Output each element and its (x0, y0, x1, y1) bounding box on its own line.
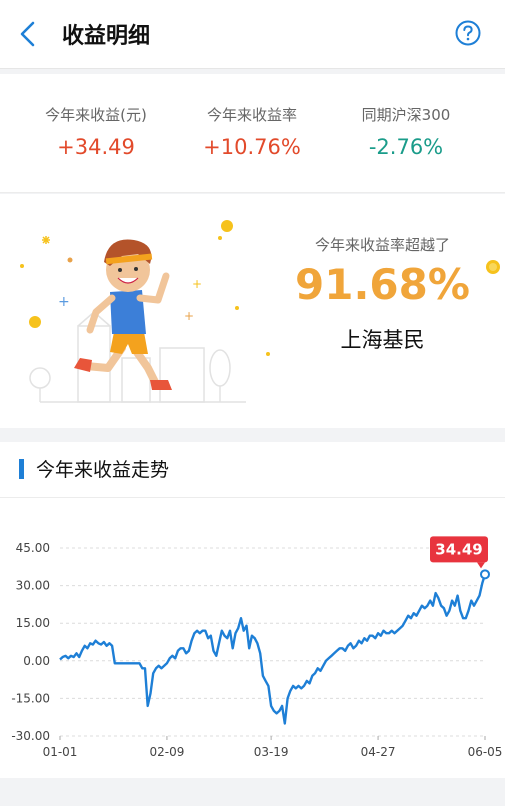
last-point-marker (480, 569, 490, 580)
svg-text:+: + (192, 277, 202, 291)
ranking-group: 上海基民 (340, 328, 425, 352)
chevron-left-icon[interactable] (14, 18, 44, 50)
coin-icon (486, 260, 500, 274)
x-tick-label: 02-09 (149, 745, 184, 759)
series-line (59, 573, 487, 725)
stat-value: -2.76% (368, 135, 444, 159)
ranking-card: + + + 今年来收益率超越了 91.68% 上海基民 (0, 194, 505, 428)
section-accent-bar (19, 459, 24, 479)
ranking-label: 今年来收益率超越了 (314, 236, 450, 254)
y-tick-label: 45.00 (16, 541, 50, 555)
stat-ytd-profit: 今年来收益(元) +34.49 (12, 104, 180, 159)
value-tag-pointer (477, 562, 485, 569)
y-tick-label: -30.00 (11, 729, 50, 743)
x-tick-label: 03-19 (254, 745, 289, 759)
value-tag-label: 34.49 (435, 540, 482, 558)
summary-stats: 今年来收益(元) +34.49 今年来收益率 +10.76% 同期沪深300 -… (0, 74, 505, 193)
svg-text:+: + (58, 294, 70, 310)
runner-illustration: + + + (20, 220, 270, 403)
stat-value: +10.76% (203, 135, 301, 159)
app-header: 收益明细 (0, 0, 505, 69)
stat-label: 今年来收益(元) (45, 106, 147, 124)
stat-label: 今年来收益率 (206, 106, 297, 124)
question-circle-icon[interactable] (455, 20, 481, 46)
stat-value: +34.49 (57, 135, 135, 159)
y-tick-label: 30.00 (16, 579, 50, 593)
y-tick-label: 15.00 (16, 616, 50, 630)
x-tick-label: 01-01 (43, 745, 78, 759)
ranking-value: 91.68% (295, 260, 470, 309)
x-tick-label: 06-05 (468, 745, 503, 759)
stat-label: 同期沪深300 (361, 106, 451, 124)
profit-trend-chart: 45.00 30.00 15.00 0.00 -15.00 -30.00 01-01 02-0… (11, 536, 503, 759)
trend-title: 今年来收益走势 (36, 459, 170, 481)
y-tick-label: 0.00 (23, 654, 50, 668)
svg-text:+: + (184, 309, 194, 323)
y-tick-label: -15.00 (11, 691, 50, 705)
page-title: 收益明细 (62, 24, 151, 49)
x-tick-label: 04-27 (361, 745, 396, 759)
trend-section: 今年来收益走势 45.00 30.00 15.00 0.00 -15.00 -30.00 0… (0, 442, 505, 778)
stat-hs300: 同期沪深300 -2.76% (322, 104, 490, 159)
stat-ytd-return: 今年来收益率 +10.76% (168, 104, 336, 159)
trend-header: 今年来收益走势 (0, 442, 505, 498)
bottom-spacer (0, 778, 505, 806)
